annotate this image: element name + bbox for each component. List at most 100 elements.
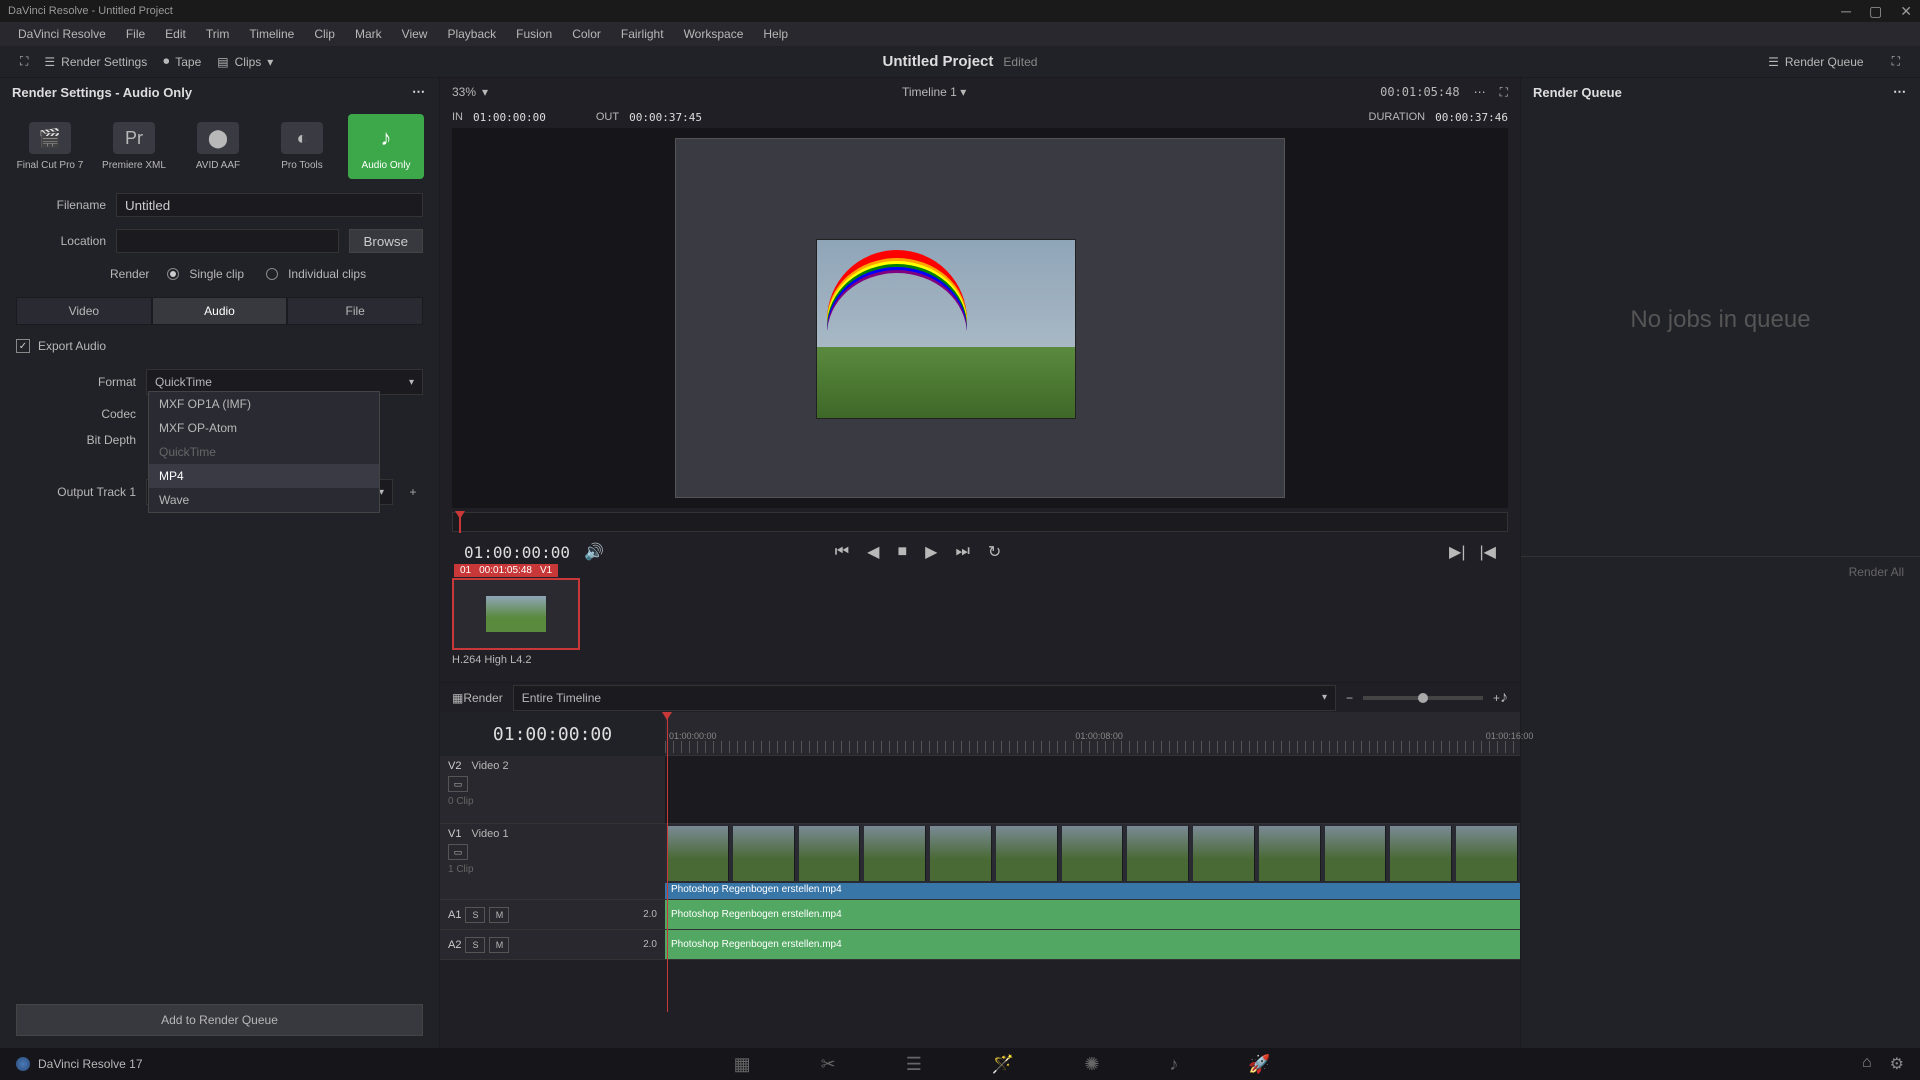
solo-button[interactable]: S <box>465 907 485 923</box>
render-queue-tab[interactable]: ☰ Render Queue <box>1760 51 1872 73</box>
audio-clip[interactable]: Photoshop Regenbogen erstellen.mp4 <box>665 930 1520 959</box>
goto-start-button[interactable]: |◀ <box>1480 542 1496 562</box>
zoom-in-button[interactable]: + <box>1493 691 1500 705</box>
panel-menu-button[interactable]: ⋯ <box>412 84 427 100</box>
settings-icon[interactable]: ⚙ <box>1890 1054 1904 1074</box>
page-deliver[interactable]: 🚀 <box>1248 1054 1270 1075</box>
track-body[interactable]: Photoshop Regenbogen erstellen.mp4 <box>665 824 1520 899</box>
timeline-timecode: 01:00:00:00 <box>440 712 665 756</box>
menu-file[interactable]: File <box>116 27 155 41</box>
slider-knob[interactable] <box>1418 693 1428 703</box>
prev-clip-button[interactable]: ⏮ <box>835 543 849 561</box>
menu-view[interactable]: View <box>392 27 438 41</box>
duration-label: DURATION <box>1369 111 1426 124</box>
home-icon[interactable]: ⌂ <box>1862 1054 1872 1074</box>
solo-button[interactable]: S <box>465 937 485 953</box>
single-clip-radio[interactable] <box>167 268 179 280</box>
browse-button[interactable]: Browse <box>349 229 423 253</box>
tape-tab[interactable]: ⏺ Tape <box>155 50 209 73</box>
page-cut[interactable]: ✂ <box>821 1054 836 1075</box>
preset-protools[interactable]: ◐ Pro Tools <box>264 114 340 179</box>
menu-playback[interactable]: Playback <box>437 27 506 41</box>
window-titlebar: DaVinci Resolve - Untitled Project ─ ▢ ✕ <box>0 0 1920 22</box>
filename-input[interactable] <box>116 193 423 217</box>
timeline-playhead[interactable] <box>667 712 668 1012</box>
menu-help[interactable]: Help <box>753 27 798 41</box>
thumbnail-view-icon[interactable]: ▦ <box>452 691 463 705</box>
chevron-down-icon[interactable]: ▾ <box>960 85 966 99</box>
music-note-icon[interactable]: ♪ <box>1500 689 1508 707</box>
menu-mark[interactable]: Mark <box>345 27 392 41</box>
menu-fairlight[interactable]: Fairlight <box>611 27 674 41</box>
maximize-button[interactable]: ▢ <box>1869 3 1882 20</box>
viewer[interactable] <box>452 128 1508 508</box>
zoom-out-button[interactable]: − <box>1346 691 1353 705</box>
render-settings-tab[interactable]: ☰ Render Settings <box>36 51 155 73</box>
page-edit[interactable]: ☰ <box>906 1054 922 1075</box>
menu-clip[interactable]: Clip <box>304 27 345 41</box>
in-timecode: 01:00:00:00 <box>473 111 546 124</box>
render-all-button[interactable]: Render All <box>1521 556 1920 587</box>
close-button[interactable]: ✕ <box>1900 3 1912 20</box>
page-fairlight[interactable]: ♪ <box>1169 1054 1178 1075</box>
track-body[interactable]: Photoshop Regenbogen erstellen.mp4 <box>665 930 1520 959</box>
zoom-slider[interactable] <box>1363 696 1483 700</box>
page-media[interactable]: ▦ <box>734 1054 751 1075</box>
format-option-wave[interactable]: Wave <box>149 488 379 512</box>
goto-end-button[interactable]: ▶| <box>1449 542 1465 562</box>
page-fusion[interactable]: 🪄 <box>992 1054 1014 1075</box>
format-option-mp4[interactable]: MP4 <box>149 464 379 488</box>
mute-button[interactable]: M <box>489 937 509 953</box>
fullscreen-toggle[interactable]: ⛶ <box>12 50 36 73</box>
add-to-render-queue-button[interactable]: Add to Render Queue <box>16 1004 423 1036</box>
preset-premiere[interactable]: Pr Premiere XML <box>96 114 172 179</box>
export-audio-checkbox[interactable] <box>16 339 30 353</box>
minimize-button[interactable]: ─ <box>1841 3 1851 20</box>
tab-file[interactable]: File <box>287 297 423 325</box>
playhead-indicator[interactable] <box>455 511 465 535</box>
menu-trim[interactable]: Trim <box>196 27 240 41</box>
tab-video[interactable]: Video <box>16 297 152 325</box>
video-clip[interactable]: Photoshop Regenbogen erstellen.mp4 <box>665 824 1520 899</box>
format-option-mxf-op1a[interactable]: MXF OP1A (IMF) <box>149 392 379 416</box>
zoom-value[interactable]: 33% <box>452 85 476 99</box>
menu-fusion[interactable]: Fusion <box>506 27 562 41</box>
preset-audio-only[interactable]: ♪ Audio Only <box>348 114 424 179</box>
render-scope-select[interactable]: Entire Timeline ▾ <box>513 685 1336 711</box>
track-body[interactable]: Photoshop Regenbogen erstellen.mp4 <box>665 900 1520 929</box>
preset-fcp7[interactable]: 🎬 Final Cut Pro 7 <box>12 114 88 179</box>
menu-timeline[interactable]: Timeline <box>239 27 304 41</box>
audio-clip[interactable]: Photoshop Regenbogen erstellen.mp4 <box>665 900 1520 929</box>
timeline-ruler[interactable]: 01:00:00:00 01:00:08:00 01:00:16:00 <box>665 712 1520 756</box>
expand-toggle[interactable]: ⛶ <box>1884 50 1908 73</box>
location-input[interactable] <box>116 229 339 253</box>
individual-clips-radio[interactable] <box>266 268 278 280</box>
clip-thumbnail[interactable]: 01 00:01:05:48 V1 H.264 High L4.2 <box>452 578 580 676</box>
tab-audio[interactable]: Audio <box>152 297 288 325</box>
play-button[interactable]: ▶ <box>925 542 937 562</box>
page-color[interactable]: ✺ <box>1084 1054 1099 1075</box>
track-body[interactable] <box>665 756 1520 823</box>
next-clip-button[interactable]: ⏭ <box>955 543 969 561</box>
volume-icon[interactable]: 🔊 <box>584 542 604 562</box>
format-option-mxf-opatom[interactable]: MXF OP-Atom <box>149 416 379 440</box>
loop-button[interactable]: ↻ <box>988 542 1001 562</box>
expand-icon[interactable]: ⛶ <box>1500 85 1508 100</box>
step-back-button[interactable]: ◀ <box>867 542 879 562</box>
preset-avid[interactable]: ⬤ AVID AAF <box>180 114 256 179</box>
add-track-button[interactable]: + <box>403 482 423 502</box>
menu-workspace[interactable]: Workspace <box>674 27 754 41</box>
stop-button[interactable]: ■ <box>897 543 907 561</box>
menu-davinciresolve[interactable]: DaVinci Resolve <box>8 27 116 41</box>
track-enable-toggle[interactable]: ▭ <box>448 776 468 792</box>
format-option-quicktime[interactable]: QuickTime <box>149 440 379 464</box>
menu-edit[interactable]: Edit <box>155 27 196 41</box>
menu-color[interactable]: Color <box>562 27 611 41</box>
viewer-menu-button[interactable]: ⋯ <box>1474 85 1486 99</box>
viewer-scrubber[interactable] <box>452 512 1508 532</box>
clips-tab[interactable]: ▤ Clips ▾ <box>209 51 281 73</box>
queue-menu-button[interactable]: ⋯ <box>1893 84 1908 100</box>
mute-button[interactable]: M <box>489 907 509 923</box>
timeline-name[interactable]: Timeline 1 <box>902 85 957 99</box>
track-enable-toggle[interactable]: ▭ <box>448 844 468 860</box>
